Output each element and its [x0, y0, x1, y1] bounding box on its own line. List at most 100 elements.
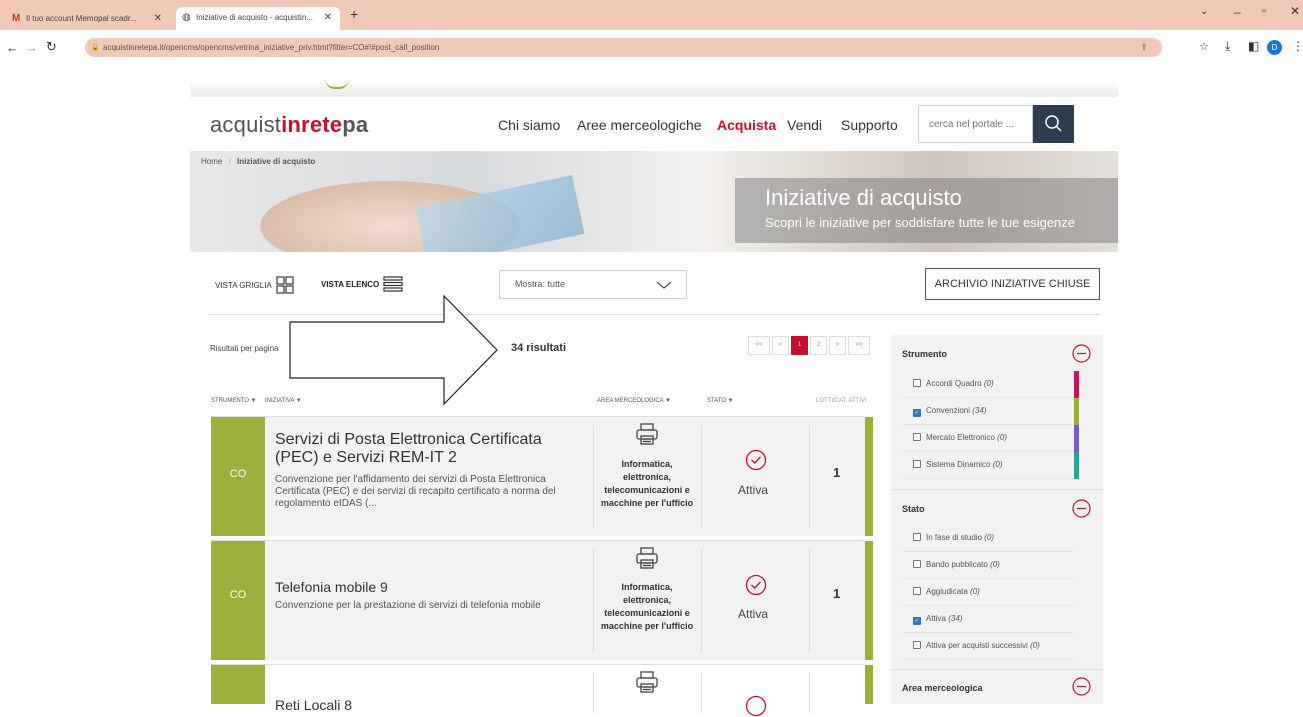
- color-bar: [1074, 371, 1079, 398]
- close-window-icon[interactable]: ✕: [1290, 4, 1300, 18]
- address-bar[interactable]: 🔒 acquistinretepa.it/opencms/opencms/vet…: [85, 38, 1162, 57]
- filter-attiva-acquisti-successivi[interactable]: Attiva per acquisti successivi (0): [902, 633, 1074, 660]
- checkbox-checked[interactable]: ✓: [913, 617, 921, 625]
- archivio-button[interactable]: ARCHIVIO INIZIATIVE CHIUSE: [925, 268, 1100, 300]
- table-row[interactable]: CO Servizi di Posta Elettronica Certific…: [211, 416, 873, 536]
- header-stato[interactable]: STATO ▼: [707, 398, 734, 404]
- download-icon[interactable]: ⤓: [1225, 39, 1230, 54]
- back-icon[interactable]: ←: [6, 40, 19, 55]
- page-first[interactable]: <<: [748, 336, 770, 355]
- divider: [701, 549, 702, 653]
- strumento-badge: CO: [211, 541, 265, 660]
- breadcrumb-home[interactable]: Home: [201, 157, 222, 166]
- site-logo[interactable]: acquistinretepa: [210, 112, 368, 138]
- checkbox[interactable]: [913, 460, 921, 468]
- filter-label: Mercato Elettronico: [926, 433, 995, 442]
- filter-count: (34): [948, 614, 963, 623]
- row-stato: Attiva: [738, 607, 769, 621]
- collapse-icon[interactable]: [1072, 677, 1091, 696]
- filter-aggiudicata[interactable]: Aggiudicata (0): [902, 579, 1074, 606]
- divider: [701, 425, 702, 529]
- bookmark-icon[interactable]: ☆: [1199, 40, 1209, 53]
- nav-vendi[interactable]: Vendi: [787, 117, 822, 133]
- page-2[interactable]: 2: [810, 336, 827, 355]
- header-strumento[interactable]: STRUMENTO ▼: [211, 398, 257, 404]
- menu-icon[interactable]: ⋮: [1292, 39, 1303, 53]
- vista-elenco-label: VISTA ELENCO: [321, 280, 380, 289]
- filter-label: Bando pubblicato: [926, 560, 988, 569]
- chevron-down-icon: [656, 281, 672, 289]
- tab-title: Iniziative di acquisto - acquistin...: [196, 13, 313, 22]
- collapse-icon[interactable]: [1072, 344, 1091, 363]
- divider: [809, 549, 810, 653]
- checkbox[interactable]: [913, 560, 921, 568]
- header-label: STATO: [707, 398, 727, 404]
- hero-banner: Home / Iniziative di acquisto Iniziative…: [190, 151, 1118, 252]
- row-title[interactable]: Servizi di Posta Elettronica Certificata…: [275, 431, 585, 467]
- close-icon[interactable]: ✕: [324, 7, 332, 29]
- row-area: Informatica, elettronica, telecomunicazi…: [600, 459, 694, 508]
- vista-elenco-button[interactable]: VISTA ELENCO: [321, 276, 404, 292]
- checkbox[interactable]: [913, 641, 921, 649]
- header-label: STRUMENTO: [211, 398, 249, 404]
- vista-griglia-button[interactable]: VISTA GRIGLIA: [215, 276, 294, 294]
- checkbox-checked[interactable]: ✓: [913, 409, 921, 417]
- table-row[interactable]: Reti Locali 8: [211, 664, 873, 717]
- forward-icon[interactable]: →: [25, 40, 38, 55]
- row-accent: [865, 541, 873, 660]
- tab-list-icon[interactable]: ⌄: [1200, 6, 1208, 17]
- page-next[interactable]: >: [829, 336, 846, 355]
- row-lotti: 1: [833, 465, 841, 480]
- filter-convenzioni[interactable]: ✓ Convenzioni (34): [902, 398, 1079, 425]
- checkbox[interactable]: [913, 379, 921, 387]
- lock-icon: 🔒: [91, 44, 100, 51]
- filter-accordi-quadro[interactable]: Accordi Quadro (0): [902, 371, 1079, 398]
- logo-text: inrete: [281, 112, 343, 137]
- address-text: acquistinretepa.it/opencms/opencms/vetri…: [103, 43, 440, 52]
- page-last[interactable]: >>: [848, 336, 870, 355]
- mostra-select[interactable]: Mostra: tutte: [499, 270, 687, 299]
- checkbox[interactable]: [913, 433, 921, 441]
- filter-in-fase-di-studio[interactable]: In fase di studio (0): [902, 525, 1074, 552]
- restore-icon[interactable]: ▫: [1262, 5, 1266, 17]
- strumento-code: CO: [229, 589, 247, 601]
- color-bar: [1074, 452, 1079, 479]
- checkbox[interactable]: [913, 533, 921, 541]
- search-button[interactable]: [1033, 105, 1074, 143]
- filter-label: Aggiudicata: [926, 587, 968, 596]
- strumento-code: CO: [229, 468, 247, 480]
- header-label: AREA MERCEOLOGICA: [597, 398, 664, 404]
- filter-count: (0): [970, 587, 980, 596]
- row-title[interactable]: Telefonia mobile 9: [275, 578, 585, 596]
- check-circle-icon: [745, 695, 767, 717]
- page-prev[interactable]: <: [772, 336, 789, 355]
- filter-mercato-elettronico[interactable]: Mercato Elettronico (0): [902, 425, 1079, 452]
- nav-chi-siamo[interactable]: Chi siamo: [498, 117, 560, 133]
- nav-supporto[interactable]: Supporto: [841, 117, 898, 133]
- nav-aree[interactable]: Aree merceologiche: [577, 117, 702, 133]
- checkbox[interactable]: [913, 587, 921, 595]
- page-1[interactable]: 1: [791, 336, 808, 355]
- browser-tab-memopal[interactable]: M Il tuo account Memopal scadr... ✕: [6, 8, 170, 30]
- avatar[interactable]: D: [1267, 40, 1282, 55]
- search-input[interactable]: [918, 105, 1033, 143]
- close-icon[interactable]: ✕: [154, 8, 162, 30]
- filter-bando-pubblicato[interactable]: Bando pubblicato (0): [902, 552, 1074, 579]
- filter-attiva[interactable]: ✓ Attiva (34): [902, 606, 1074, 633]
- share-icon[interactable]: ⇪: [1140, 38, 1148, 57]
- header-area[interactable]: AREA MERCEOLOGICA ▼: [597, 398, 671, 404]
- search-icon: [1045, 115, 1062, 132]
- row-title[interactable]: Reti Locali 8: [275, 696, 585, 714]
- collapse-icon[interactable]: [1072, 499, 1091, 518]
- new-tab-icon[interactable]: +: [350, 6, 358, 22]
- sidepanel-icon[interactable]: ◧: [1248, 39, 1259, 53]
- divider: [809, 673, 810, 713]
- nav-acquista[interactable]: Acquista: [717, 117, 776, 133]
- browser-tab-iniziative[interactable]: ◍ Iniziative di acquisto - acquistin... …: [176, 7, 340, 30]
- breadcrumb: Home / Iniziative di acquisto: [201, 157, 315, 166]
- minimize-icon[interactable]: –: [1234, 5, 1241, 19]
- filter-sistema-dinamico[interactable]: Sistema Dinamico (0): [902, 452, 1079, 479]
- reload-icon[interactable]: ↻: [46, 39, 57, 55]
- divider: [701, 673, 702, 713]
- table-row[interactable]: CO Telefonia mobile 9 Convenzione per la…: [211, 540, 873, 660]
